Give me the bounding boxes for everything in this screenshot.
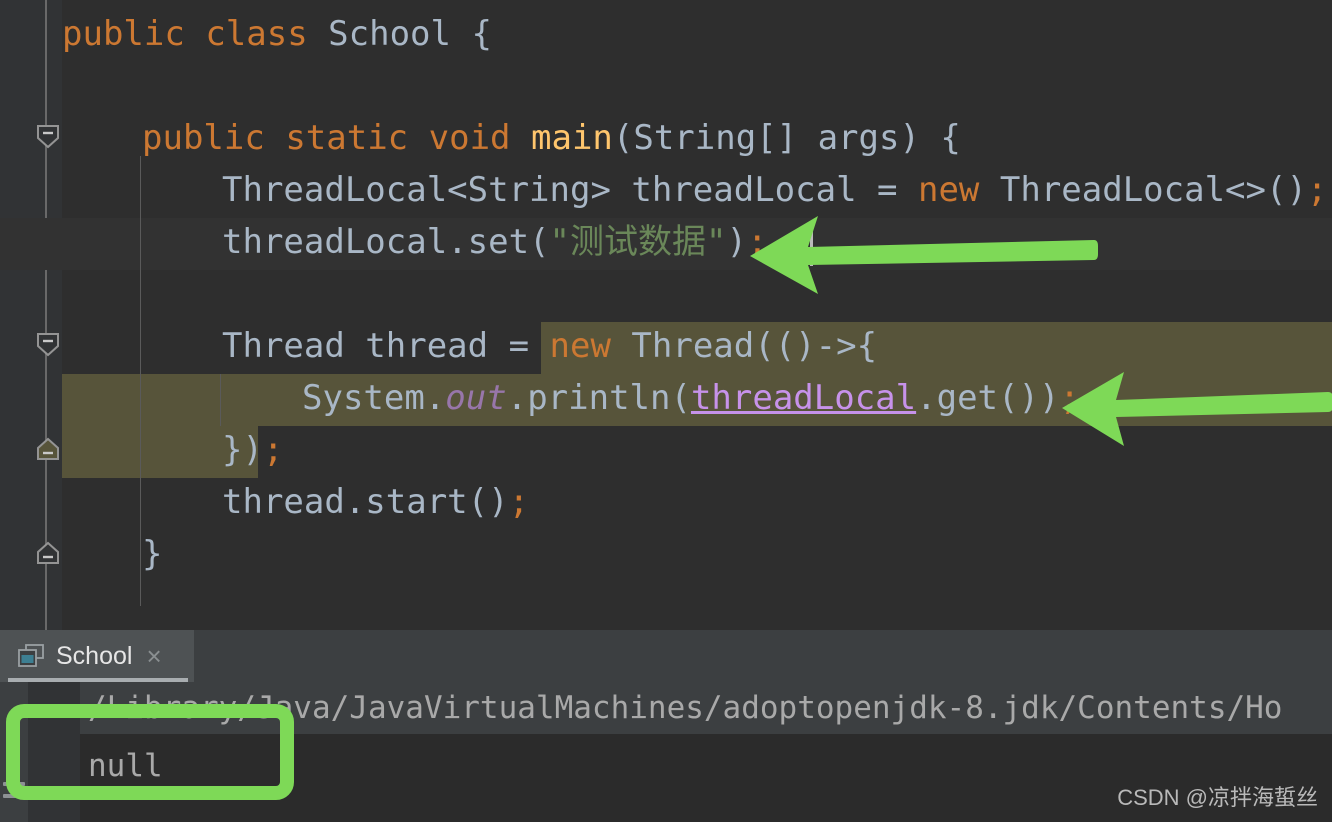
arrow-pointing-to-threadlocal-get [1060,370,1332,446]
fold-rail-line [45,0,47,630]
token-keyword-new: new [549,326,611,366]
run-tab-label: School [56,641,133,670]
code-line-8: System.out.println(threadLocal.get()); [302,372,1080,424]
code-line-3: public static void main(String[] args) { [142,112,961,164]
token-get-call: .get()) [916,378,1060,418]
code-line-1: public class School { [62,8,492,60]
token-println: .println( [506,378,691,418]
code-line-7: Thread thread = new Thread(()->{ [222,320,877,372]
token-lambda-close: }) [222,430,263,470]
token-close-paren: ) [726,222,747,262]
code-line-10: thread.start(); [222,476,529,528]
token-semicolon: ; [508,482,530,522]
indent-guide-level2 [220,374,221,426]
token-semicolon: ; [262,430,284,470]
token-keyword-new: new [917,170,980,210]
token-keyword-static: static [285,118,409,158]
token-string-literal: "测试数据" [549,222,727,262]
run-tab-school[interactable]: School × [0,630,194,682]
code-text-area[interactable]: public class School { public static void… [0,0,1332,630]
fold-marker-method-main[interactable] [30,124,62,150]
code-line-9: }); [222,424,283,476]
token-thread-lambda: Thread(()->{ [610,326,878,366]
token-open-brace: { [471,14,492,54]
fold-marker-lambda-close[interactable] [30,436,62,462]
token-threadlocal-ctor: ThreadLocal<>() [979,170,1307,210]
token-system: System. [302,378,446,418]
token-thread-decl: Thread thread = [222,326,550,366]
code-line-4: ThreadLocal<String> threadLocal = new Th… [222,164,1327,216]
token-field-out: out [445,378,507,418]
token-main-args: (String[] args) { [612,118,961,158]
token-class-name: School [328,14,451,54]
close-icon[interactable]: × [146,643,161,669]
token-set-call: threadLocal.set( [222,222,550,262]
code-line-5: threadLocal.set("测试数据"); [222,216,767,268]
indent-guide-level1 [140,156,141,606]
token-thread-start: thread.start() [222,482,509,522]
token-threadlocal-decl: ThreadLocal<String> threadLocal = [222,170,918,210]
token-keyword-public: public [62,14,185,54]
code-editor[interactable]: public class School { public static void… [0,0,1332,630]
code-line-11: } [142,528,162,580]
token-keyword-public: public [142,118,265,158]
token-keyword-class: class [205,14,308,54]
token-semicolon: ; [1306,170,1328,210]
fold-marker-method-end[interactable] [30,540,62,566]
highlight-box-null-output [6,704,294,800]
token-close-brace: } [142,534,163,574]
run-tab-bar: School × [0,630,1332,682]
run-tool-window[interactable]: School × /Library/Java/JavaVirtualMachin… [0,630,1332,822]
fold-marker-lambda-open[interactable] [30,332,62,358]
token-keyword-void: void [428,118,511,158]
csdn-watermark: CSDN @凉拌海蜇丝 [1117,785,1318,810]
arrow-pointing-to-threadlocal-set [748,214,1098,294]
editor-fold-gutter [0,0,62,630]
run-console-window-icon [18,644,44,667]
token-method-main: main [531,118,613,158]
token-identifier-threadlocal[interactable]: threadLocal [691,378,916,418]
